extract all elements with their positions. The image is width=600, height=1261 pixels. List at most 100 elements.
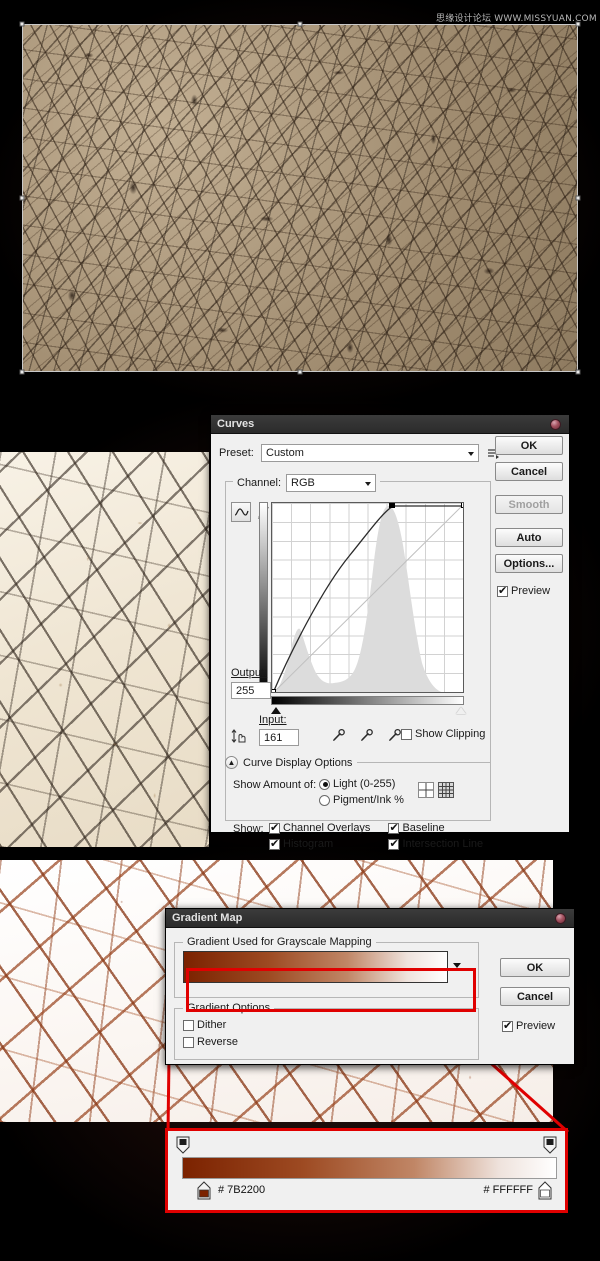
channel-value: RGB: [291, 477, 315, 489]
curves-preview-box: [497, 585, 508, 597]
curves-preview-label: Preview: [511, 585, 551, 597]
curves-button-column: OK Cancel Smooth Auto Options... Preview: [495, 436, 563, 597]
eyedropper-white-icon[interactable]: [387, 728, 401, 746]
grid-size-group: [417, 778, 454, 798]
black-point-slider[interactable]: [271, 707, 281, 714]
input-group: Input: 161: [259, 714, 299, 746]
gradient-dropdown-arrow-icon[interactable]: [453, 963, 461, 968]
gradient-color-stop-left[interactable]: [196, 1181, 212, 1201]
gradient-preview-swatch[interactable]: [183, 951, 448, 983]
dither-label: Dither: [197, 1019, 227, 1031]
grid-fine-icon[interactable]: [437, 782, 454, 798]
transform-handle-ml[interactable]: [19, 195, 25, 201]
channel-label: Channel:: [237, 477, 282, 489]
output-field[interactable]: 255: [231, 682, 271, 699]
channel-overlays-box: [269, 822, 280, 834]
output-label: Output:: [231, 667, 268, 679]
gradient-opacity-stop-left[interactable]: [176, 1136, 190, 1154]
show-label: Show:: [233, 823, 264, 835]
transform-handle-bc[interactable]: [297, 369, 303, 375]
gradient-map-close-icon[interactable]: [555, 913, 566, 924]
curve-control-point-end[interactable]: [461, 503, 463, 508]
curve-control-point-selected[interactable]: [389, 503, 396, 508]
curve-line: [272, 505, 463, 692]
checkbox-baseline[interactable]: Baseline: [388, 822, 483, 834]
radio-light[interactable]: Light (0-255): [319, 778, 404, 790]
checkbox-intersection-line[interactable]: Intersection Line: [388, 838, 483, 850]
curves-title: Curves: [217, 418, 255, 430]
transform-handle-bl[interactable]: [19, 369, 25, 375]
gradient-editor-bar[interactable]: [182, 1157, 557, 1179]
watermark-text: 思缘设计论坛 WWW.MISSYUAN.COM: [436, 14, 597, 24]
checkbox-reverse[interactable]: Reverse: [183, 1036, 470, 1048]
channel-row: Channel: RGB: [233, 474, 381, 492]
curves-preview-checkbox[interactable]: Preview: [497, 585, 563, 597]
baseline-box: [388, 822, 400, 834]
texture-image-curves-result: [0, 452, 209, 847]
gradient-map-dialog: Gradient Map Gradient Used for Grayscale…: [165, 908, 575, 1065]
show-clipping-box: [401, 728, 412, 740]
show-amount-label: Show Amount of:: [233, 779, 317, 791]
gradient-color-stop-right[interactable]: [537, 1181, 553, 1201]
eyedropper-black-icon[interactable]: [331, 728, 345, 746]
preset-dropdown[interactable]: Custom: [261, 444, 479, 462]
white-point-slider[interactable]: [456, 707, 466, 714]
curve-control-point-start[interactable]: [272, 689, 276, 692]
preset-label: Preset:: [219, 447, 254, 459]
curves-dialog: Curves Preset: Custom Channel: RGB Outpu…: [210, 414, 570, 850]
grid-coarse-icon[interactable]: [417, 782, 434, 798]
gradient-opacity-stop-right[interactable]: [543, 1136, 557, 1154]
checkbox-dither[interactable]: Dither: [183, 1019, 470, 1031]
dither-box: [183, 1019, 194, 1031]
gradient-map-cancel-button[interactable]: Cancel: [500, 987, 570, 1006]
close-icon[interactable]: [550, 419, 561, 430]
curves-ok-button[interactable]: OK: [495, 436, 563, 455]
checkbox-histogram[interactable]: Histogram: [269, 838, 370, 850]
eyedropper-gray-icon[interactable]: [359, 728, 373, 746]
gradient-editor-callout: # 7B2200 # FFFFFF: [165, 1128, 568, 1213]
curves-graph[interactable]: [259, 502, 466, 714]
eyedropper-group: [331, 728, 401, 746]
gradient-options-fieldset: Gradient Options Dither Reverse: [174, 1002, 479, 1060]
show-row: Show: Channel Overlays Histogram Baselin…: [233, 822, 483, 851]
radio-light-label: Light (0-255): [333, 778, 396, 790]
input-field[interactable]: 161: [259, 729, 299, 746]
curves-cancel-button[interactable]: Cancel: [495, 462, 563, 481]
gradient-options-label: Gradient Options: [183, 1002, 275, 1014]
channel-dropdown[interactable]: RGB: [286, 474, 377, 492]
checkbox-channel-overlays[interactable]: Channel Overlays: [269, 822, 370, 834]
gradient-preview-row[interactable]: [183, 951, 470, 983]
gradient-map-preview-box: [502, 1020, 513, 1032]
radio-light-indicator: [319, 778, 330, 790]
reverse-label: Reverse: [197, 1036, 238, 1048]
show-amount-row: Show Amount of: Light (0-255) Pigment/In…: [233, 778, 454, 806]
output-gradient-bar: [259, 502, 268, 693]
show-clipping-checkbox[interactable]: Show Clipping: [401, 728, 485, 740]
gradient-map-titlebar: Gradient Map: [166, 909, 574, 928]
curves-smooth-button[interactable]: Smooth: [495, 495, 563, 514]
transform-handle-tc[interactable]: [297, 21, 303, 27]
show-clipping-label: Show Clipping: [415, 728, 486, 740]
gradient-map-button-column: OK Cancel Preview: [500, 958, 570, 1032]
gradient-map-body: Gradient Used for Grayscale Mapping Grad…: [166, 928, 574, 1066]
curves-titlebar: Curves: [211, 415, 569, 434]
section-divider: [357, 762, 491, 763]
curve-display-options-header[interactable]: ▲ Curve Display Options: [225, 756, 491, 769]
curve-display-options-label: Curve Display Options: [243, 756, 353, 769]
curve-tool-icon[interactable]: [231, 502, 251, 522]
transform-handle-mr[interactable]: [575, 195, 581, 201]
curve-plot-area[interactable]: [271, 502, 464, 693]
curves-auto-button[interactable]: Auto: [495, 528, 563, 547]
transform-handle-tl[interactable]: [19, 21, 25, 27]
transform-handle-br[interactable]: [575, 369, 581, 375]
gradient-used-fieldset: Gradient Used for Grayscale Mapping: [174, 936, 479, 998]
radio-pigment[interactable]: Pigment/Ink %: [319, 794, 404, 806]
curve-point-toggle-icon[interactable]: [231, 728, 249, 746]
curves-options-button[interactable]: Options...: [495, 554, 563, 573]
collapse-icon[interactable]: ▲: [225, 756, 238, 769]
gradient-map-preview-checkbox[interactable]: Preview: [502, 1020, 570, 1032]
reverse-box: [183, 1036, 194, 1048]
gradient-map-ok-button[interactable]: OK: [500, 958, 570, 977]
input-value: 161: [264, 731, 283, 744]
intersection-line-label: Intersection Line: [402, 838, 484, 850]
